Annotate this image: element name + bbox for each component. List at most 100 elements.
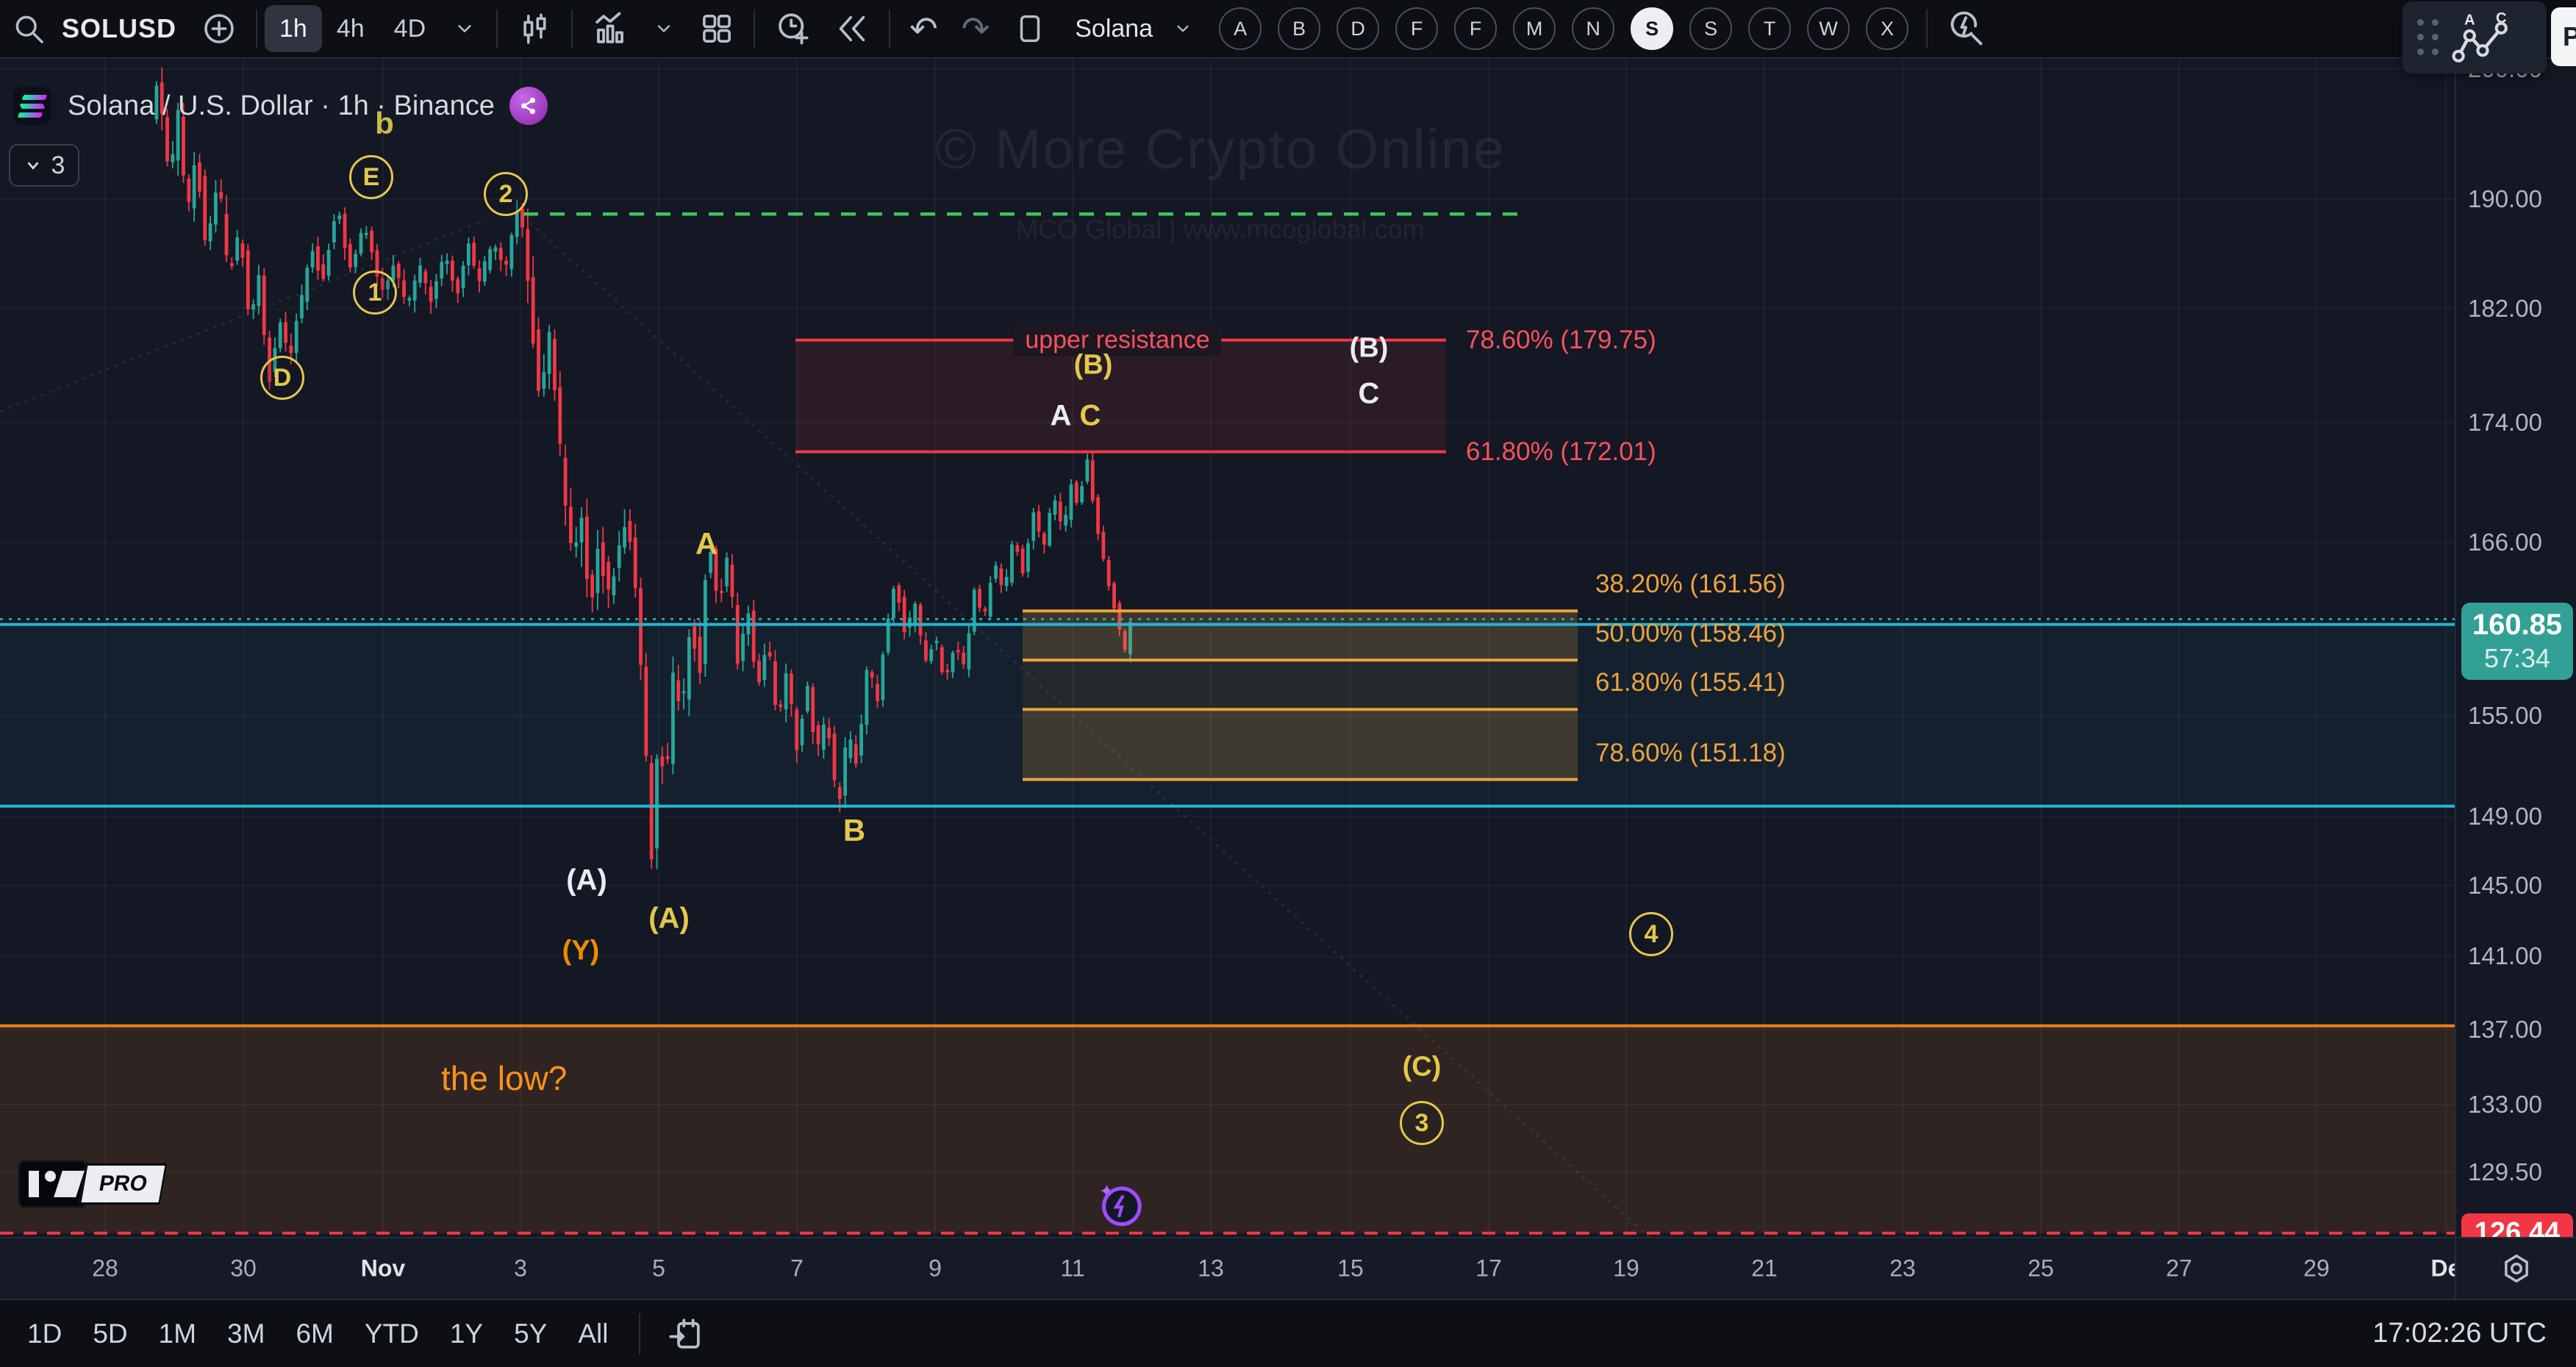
symbol-shortcut-s8[interactable]: S — [1689, 7, 1732, 50]
price-tick: 182.00 — [2468, 295, 2542, 323]
wave-label-b[interactable]: (B) — [1350, 333, 1389, 365]
wave-label-y[interactable]: (Y) — [562, 936, 600, 967]
interval-button-1h[interactable]: 1h — [265, 5, 322, 52]
symbol-shortcut-s7[interactable]: S — [1631, 7, 1673, 50]
range-button-1y[interactable]: 1Y — [434, 1299, 498, 1367]
quick-search-flash-icon[interactable] — [1935, 0, 1997, 58]
time-axis[interactable]: 2830Nov357911131517192123252729De — [0, 1237, 2455, 1299]
chart-legend[interactable]: Solana / U.S. Dollar · 1h · Binance — [13, 87, 548, 125]
server-clock[interactable]: 17:02:26 UTC — [2372, 1318, 2547, 1349]
range-button-all[interactable]: All — [562, 1299, 623, 1367]
wave-label-2[interactable]: 2 — [484, 172, 528, 216]
symbol-shortcut-a0[interactable]: A — [1219, 7, 1262, 50]
range-button-6m[interactable]: 6M — [280, 1299, 348, 1367]
time-tick: 3 — [514, 1255, 527, 1282]
symbol-name[interactable]: SOLUSD — [62, 13, 176, 44]
range-button-3m[interactable]: 3M — [212, 1299, 280, 1367]
chevron-down-icon — [24, 156, 43, 175]
fib-lower-label: 50.00% (158.46) — [1595, 619, 1786, 648]
symbol-shortcut-t9[interactable]: T — [1748, 7, 1791, 50]
price-tick: 141.00 — [2468, 942, 2542, 970]
gear-hexagon-icon[interactable] — [2500, 1252, 2533, 1285]
fib-lower-label: 38.20% (161.56) — [1595, 570, 1786, 599]
price-axis[interactable]: 200.00190.00182.00174.00166.00155.00149.… — [2455, 59, 2576, 1237]
symbol-shortcut-d2[interactable]: D — [1337, 7, 1379, 50]
toolbar-separator — [754, 10, 755, 48]
pro-badge: PRO — [79, 1163, 168, 1205]
toolbar-separator — [571, 10, 573, 48]
symbol-shortcut-x11[interactable]: X — [1866, 7, 1908, 50]
indicator-templates-chevron-icon[interactable] — [640, 0, 687, 58]
alert-add-icon[interactable] — [762, 0, 823, 58]
bar-replay-icon[interactable] — [823, 0, 881, 58]
drag-handle-icon[interactable] — [2417, 19, 2439, 56]
go-to-date-icon[interactable] — [655, 1305, 715, 1363]
wave-label-a[interactable]: A — [1051, 400, 1072, 433]
interval-switcher: 1h4h4D — [265, 5, 440, 52]
symbol-shortcut-f3[interactable]: F — [1395, 7, 1438, 50]
wave-label-a[interactable]: A — [695, 526, 718, 561]
range-button-1d[interactable]: 1D — [12, 1299, 77, 1367]
wave-label-c[interactable]: C — [1080, 400, 1101, 433]
time-tick: 17 — [1475, 1255, 1502, 1282]
publish-button[interactable]: Pu — [2551, 7, 2576, 66]
wave-label-b[interactable]: B — [843, 813, 865, 848]
wave-label-4[interactable]: 4 — [1629, 912, 1673, 956]
time-tick: 27 — [2166, 1255, 2192, 1282]
time-tick: Nov — [361, 1255, 405, 1282]
redo-icon[interactable]: ↷ — [950, 9, 1002, 49]
range-button-5d[interactable]: 5D — [77, 1299, 143, 1367]
undo-icon[interactable]: ↶ — [898, 9, 950, 49]
time-tick: 7 — [790, 1255, 804, 1282]
axis-settings-corner[interactable] — [2455, 1237, 2576, 1299]
elliott-wave-tool-icon[interactable]: A C — [2451, 10, 2514, 65]
symbol-shortcut-f4[interactable]: F — [1454, 7, 1497, 50]
floating-toolbar[interactable]: A C — [2403, 1, 2547, 73]
wave-label-c[interactable]: (C) — [1403, 1052, 1442, 1083]
compare-add-icon[interactable] — [190, 0, 248, 58]
price-tick: 145.00 — [2468, 872, 2542, 900]
time-tick: 30 — [230, 1255, 257, 1282]
tradingview-logo[interactable]: PRO — [18, 1160, 164, 1208]
chart-style-candles-icon[interactable] — [505, 0, 564, 58]
watchlist-dropdown-label[interactable]: Solana — [1075, 15, 1153, 43]
wave-label-a[interactable]: (A) — [566, 864, 607, 897]
symbol-shortcut-n6[interactable]: N — [1572, 7, 1614, 50]
candlestick-chart[interactable] — [0, 0, 2576, 1367]
wave-label-1[interactable]: 1 — [353, 270, 397, 315]
long-position-tool-icon[interactable] — [1001, 0, 1059, 58]
interval-button-4d[interactable]: 4D — [379, 5, 440, 52]
interval-chevron-icon[interactable] — [440, 0, 489, 58]
time-tick: 15 — [1337, 1255, 1364, 1282]
interval-button-4h[interactable]: 4h — [322, 5, 379, 52]
layout-grid-icon[interactable] — [687, 0, 746, 58]
range-button-5y[interactable]: 5Y — [498, 1299, 562, 1367]
range-button-ytd[interactable]: YTD — [349, 1299, 434, 1367]
symbol-search-icon[interactable] — [0, 0, 57, 58]
event-marker-icon[interactable]: ✦ — [1093, 1178, 1145, 1233]
wave-label-d[interactable]: D — [260, 356, 304, 400]
indicators-icon[interactable] — [580, 0, 640, 58]
price-tick: 133.00 — [2468, 1091, 2542, 1119]
date-range-switcher: 1D5D1M3M6MYTD1Y5YAll — [12, 1299, 624, 1367]
toolbar-separator — [496, 10, 498, 48]
symbol-shortcut-b1[interactable]: B — [1278, 7, 1320, 50]
fib-upper-label: 61.80% (172.01) — [1466, 437, 1656, 467]
time-tick: 25 — [2028, 1255, 2054, 1282]
symbol-shortcut-m5[interactable]: M — [1513, 7, 1556, 50]
wave-label-b[interactable]: (B) — [1074, 350, 1113, 381]
wave-label-3[interactable]: 3 — [1400, 1101, 1444, 1145]
fib-upper-label: 78.60% (179.75) — [1466, 326, 1656, 355]
range-button-1m[interactable]: 1M — [143, 1299, 212, 1367]
upper-resistance-label: upper resistance — [1013, 324, 1221, 356]
wave-label-e[interactable]: E — [349, 155, 393, 199]
wave-label-c[interactable]: C — [1359, 378, 1380, 411]
wave-label-a[interactable]: (A) — [648, 903, 690, 936]
toolbar-separator — [256, 10, 257, 48]
watchlist-chevron-icon[interactable] — [1160, 0, 1206, 58]
share-icon[interactable] — [509, 87, 548, 125]
object-tree-collapse-button[interactable]: 3 — [9, 144, 79, 187]
chart-title[interactable]: Solana / U.S. Dollar · 1h · Binance — [68, 90, 495, 122]
time-tick: 28 — [92, 1255, 118, 1282]
symbol-shortcut-w10[interactable]: W — [1807, 7, 1850, 50]
